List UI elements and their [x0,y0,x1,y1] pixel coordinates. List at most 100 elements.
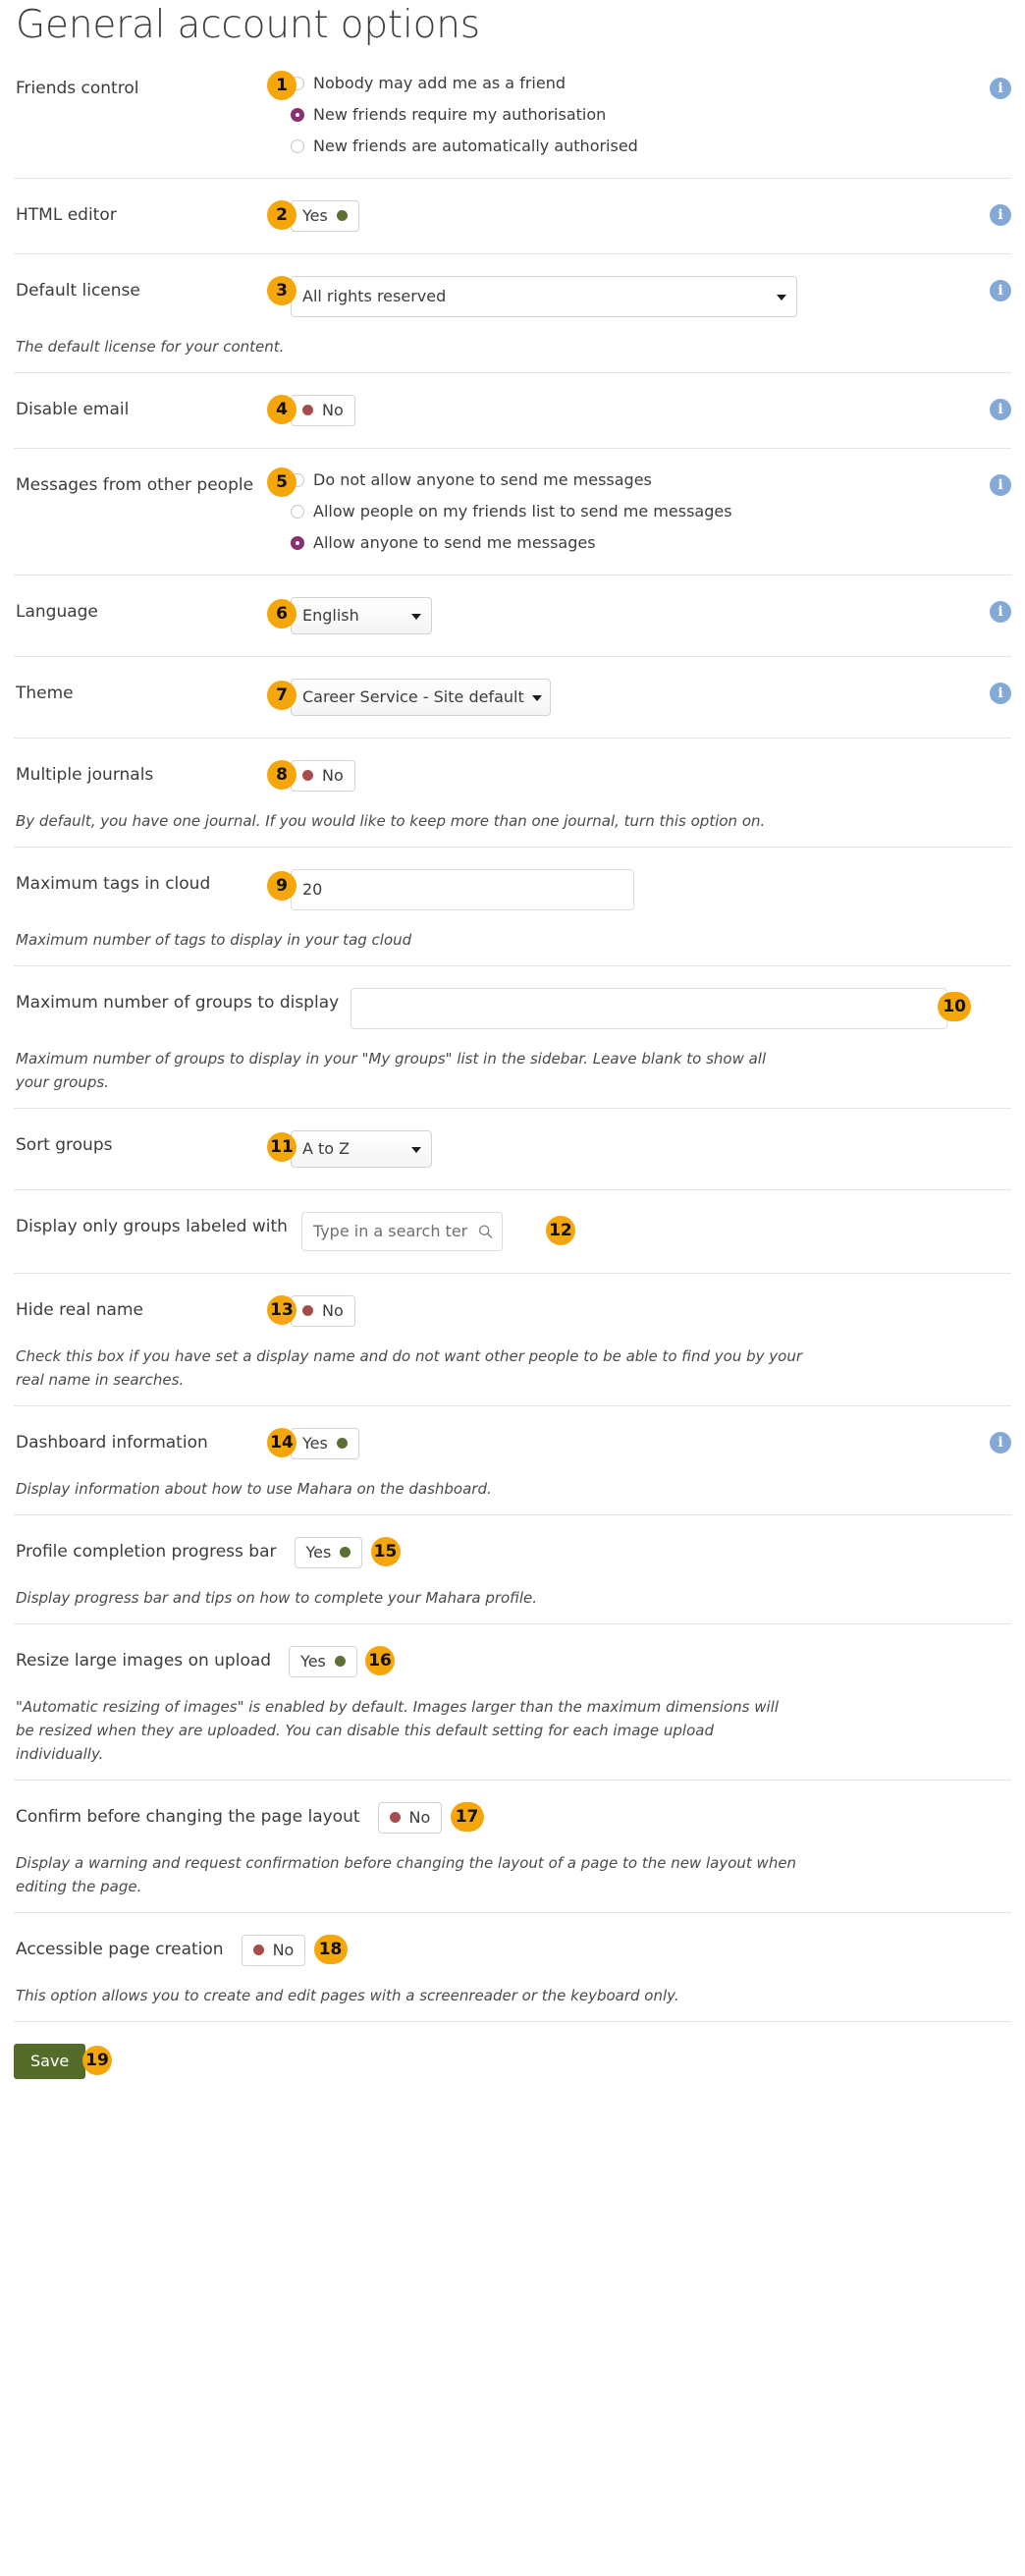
toggle-label: No [322,1301,344,1321]
maximum-tags-control: 9 [291,869,978,910]
groups-label-search-input[interactable] [301,1212,503,1251]
select-value: All rights reserved [302,287,446,305]
toggle-state-dot [337,1438,348,1449]
html-editor-control: 2 Yes [291,200,978,232]
info-wrap-default-license: i [978,276,1011,301]
callout-badge-5: 5 [267,467,297,497]
select-language[interactable]: English [291,597,432,634]
help-hide-real-name: Check this box if you have set a display… [14,1344,814,1392]
row-resize-large-images-on-upload: Resize large images on upload Yes 16 [14,1623,1011,1699]
info-wrap-hide-real-name [978,1295,1011,1299]
info-icon[interactable]: i [990,474,1011,496]
maximum-groups-input[interactable] [351,988,947,1029]
toggle-label: Yes [302,206,328,226]
label-language: Language [14,597,291,623]
help-confirm-before-changing-page-layout: Display a warning and request confirmati… [14,1851,804,1898]
info-icon[interactable]: i [990,601,1011,623]
radio-indicator[interactable] [291,108,304,122]
toggle-dashboard-information[interactable]: Yes [291,1428,359,1459]
label-hide-real-name: Hide real name [14,1295,291,1321]
select-default-license[interactable]: All rights reserved [291,276,797,317]
page-title: General account options [14,0,1011,48]
label-confirm-before-changing-page-layout: Confirm before changing the page layout [14,1802,378,1828]
toggle-state-dot [253,1945,264,1955]
row-hide-real-name: Hide real name 13 No [14,1273,1011,1348]
info-icon[interactable]: i [990,280,1011,301]
save-button[interactable]: Save [14,2044,85,2079]
info-icon[interactable]: i [990,683,1011,704]
radio-friends-nobody[interactable]: Nobody may add me as a friend [291,74,978,93]
radio-indicator[interactable] [291,536,304,550]
callout-badge-2: 2 [267,200,297,230]
chevron-down-icon [411,614,421,620]
toggle-label: Yes [306,1543,332,1562]
theme-control: 7 Career Service - Site default [291,679,978,716]
info-icon[interactable]: i [990,399,1011,420]
info-wrap-multiple-journals [978,760,1011,764]
toggle-multiple-journals[interactable]: No [291,760,355,792]
toggle-hide-real-name[interactable]: No [291,1295,355,1327]
label-profile-completion-progress-bar: Profile completion progress bar [14,1537,295,1562]
row-disable-email: Disable email 4 No i [14,372,1011,448]
chevron-down-icon [777,295,786,301]
label-html-editor: HTML editor [14,200,291,226]
row-messages-from-other-people: Messages from other people 5 Do not allo… [14,448,1011,575]
callout-badge-1: 1 [267,71,297,100]
toggle-resize-large-images[interactable]: Yes [289,1646,357,1677]
radio-messages-none[interactable]: Do not allow anyone to send me messages [291,470,978,490]
sort-groups-control: 11 A to Z [291,1130,978,1168]
toggle-label: No [322,766,344,786]
toggle-confirm-page-layout[interactable]: No [378,1802,443,1834]
radio-friends-require-authorisation[interactable]: New friends require my authorisation [291,105,978,125]
label-resize-large-images-on-upload: Resize large images on upload [14,1646,289,1672]
callout-badge-16: 16 [365,1646,395,1675]
language-control: 6 English [291,597,978,634]
radio-messages-friends[interactable]: Allow people on my friends list to send … [291,502,978,521]
dashboard-information-control: 14 Yes [291,1428,978,1459]
toggle-state-dot [340,1547,351,1558]
select-theme[interactable]: Career Service - Site default [291,679,551,716]
label-theme: Theme [14,679,291,704]
help-maximum-groups-to-display: Maximum number of groups to display in y… [14,1047,799,1094]
toggle-html-editor[interactable]: Yes [291,200,359,232]
radio-label: Allow people on my friends list to send … [313,502,732,521]
row-maximum-tags-in-cloud: Maximum tags in cloud 9 [14,847,1011,932]
radio-indicator[interactable] [291,139,304,153]
info-icon[interactable]: i [990,204,1011,226]
toggle-state-dot [302,405,313,415]
radio-indicator[interactable] [291,505,304,519]
radio-friends-auto-authorised[interactable]: New friends are automatically authorised [291,137,978,156]
callout-badge-10: 10 [938,992,971,1021]
row-default-license: Default license 3 All rights reserved i [14,253,1011,339]
toggle-label: No [273,1941,295,1960]
profile-completion-control: Yes 15 [295,1537,1011,1568]
info-wrap-language: i [978,597,1011,623]
info-icon[interactable]: i [990,1432,1011,1453]
default-license-control: 3 All rights reserved [291,276,978,317]
hide-real-name-control: 13 No [291,1295,978,1327]
info-wrap-theme: i [978,679,1011,704]
row-accessible-page-creation: Accessible page creation No 18 [14,1912,1011,1988]
callout-badge-18: 18 [314,1935,348,1964]
maximum-tags-input[interactable] [291,869,634,910]
label-friends-control: Friends control [14,74,291,99]
callout-badge-3: 3 [267,276,297,305]
row-friends-control: Friends control 1 Nobody may add me as a… [14,48,1011,178]
select-sort-groups[interactable]: A to Z [291,1130,432,1168]
row-confirm-before-changing-page-layout: Confirm before changing the page layout … [14,1780,1011,1855]
radio-group-friends-control: Nobody may add me as a friend New friend… [291,74,978,156]
info-icon[interactable]: i [990,78,1011,99]
callout-badge-4: 4 [267,395,297,424]
radio-label: New friends are automatically authorised [313,137,638,156]
row-language: Language 6 English i [14,575,1011,656]
friends-control-options: 1 Nobody may add me as a friend New frie… [291,74,978,156]
radio-messages-anyone[interactable]: Allow anyone to send me messages [291,533,978,553]
toggle-disable-email[interactable]: No [291,395,355,426]
toggle-profile-completion-progress-bar[interactable]: Yes [295,1537,363,1568]
callout-badge-8: 8 [267,760,297,790]
help-resize-large-images-on-upload: "Automatic resizing of images" is enable… [14,1695,789,1766]
info-wrap-disable-email: i [978,395,1011,420]
callout-badge-15: 15 [371,1537,401,1566]
toggle-accessible-page-creation[interactable]: No [242,1935,306,1966]
radio-label: New friends require my authorisation [313,105,606,125]
